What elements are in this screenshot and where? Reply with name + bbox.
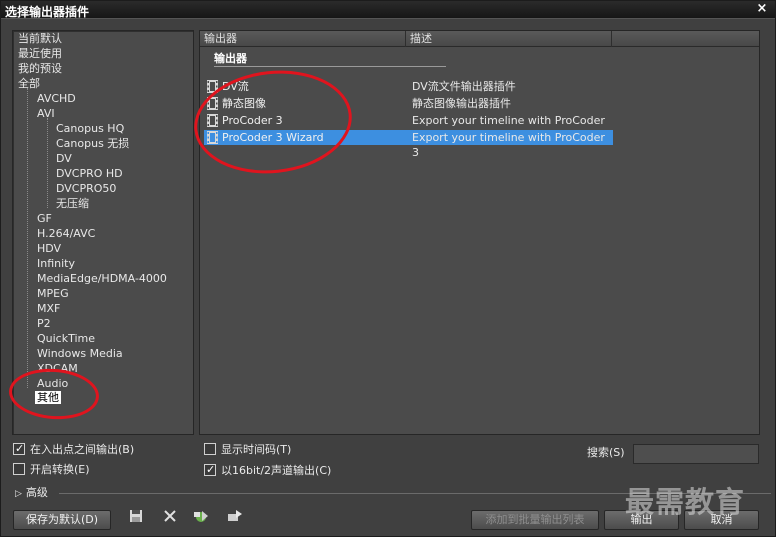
- show-timecode-checkbox[interactable]: 显示时间码(T): [204, 442, 291, 458]
- delete-icon[interactable]: [161, 508, 179, 524]
- tree-item-infinity[interactable]: Infinity: [37, 257, 75, 271]
- column-header-empty: [612, 31, 759, 47]
- column-header-exporter[interactable]: 输出器: [200, 31, 406, 47]
- tree-item-avchd[interactable]: AVCHD: [37, 92, 76, 106]
- expand-arrow-icon: ▷: [15, 489, 22, 499]
- tree-item-gf[interactable]: GF: [37, 212, 52, 226]
- checkbox-checked-icon: [13, 441, 25, 457]
- group-header-exporter: 输出器: [214, 51, 446, 67]
- column-header-description[interactable]: 描述: [406, 31, 612, 47]
- tree-item-mpeg[interactable]: MPEG: [37, 287, 69, 301]
- title-bar: 选择输出器插件 ×: [1, 1, 775, 19]
- exporter-name: ProCoder 3 Wizard: [222, 131, 324, 144]
- tree-item-dvcpro50[interactable]: DVCPRO50: [56, 182, 116, 196]
- advanced-toggle[interactable]: ▷ 高级: [15, 486, 48, 500]
- list-row-procoder3-wizard[interactable]: ProCoder 3 Wizard Export your timeline w…: [204, 130, 613, 159]
- checkbox-checked-icon: [204, 462, 216, 478]
- checkbox-unchecked-icon: [204, 443, 216, 455]
- film-strip-icon: [207, 80, 218, 93]
- tree-item-dv[interactable]: DV: [56, 152, 72, 166]
- tree-item-current-default[interactable]: 当前默认: [18, 32, 62, 46]
- watermark: 最需教育: [625, 485, 746, 519]
- film-strip-icon: [207, 114, 218, 127]
- tree-item-all[interactable]: 全部: [18, 77, 40, 91]
- exporter-name: DV流: [222, 80, 249, 93]
- category-tree[interactable]: 当前默认 最近使用 我的预设 全部 AVCHD AVI Canopus HQ C…: [12, 30, 194, 435]
- tree-connector: [27, 88, 28, 388]
- in-out-output-checkbox[interactable]: 在入出点之间输出(B): [13, 441, 134, 458]
- checkbox-unchecked-icon: [13, 463, 25, 475]
- save-icon[interactable]: [127, 508, 145, 524]
- exporter-list[interactable]: 输出器 描述 输出器 DV流 DV流文件输出器插件 静态图像 静态图像输出器插件…: [199, 30, 760, 435]
- save-default-button[interactable]: 保存为默认(D): [13, 510, 111, 530]
- list-row-procoder3[interactable]: ProCoder 3 Export your timeline with Pro…: [204, 113, 613, 142]
- tree-item-dvcpro-hd[interactable]: DVCPRO HD: [56, 167, 123, 181]
- window-title: 选择输出器插件: [5, 5, 90, 19]
- tree-item-other[interactable]: 其他: [35, 391, 61, 405]
- enable-convert-checkbox[interactable]: 开启转换(E): [13, 462, 90, 478]
- exporter-description: DV流文件输出器插件: [412, 80, 516, 93]
- tree-item-avi[interactable]: AVI: [37, 107, 55, 121]
- tree-item-audio[interactable]: Audio: [37, 377, 68, 391]
- search-input[interactable]: [633, 444, 759, 464]
- tree-item-mxf[interactable]: MXF: [37, 302, 60, 316]
- export-icon[interactable]: [226, 508, 244, 524]
- tree-item-xdcam[interactable]: XDCAM: [37, 362, 78, 376]
- tree-item-hdv[interactable]: HDV: [37, 242, 61, 256]
- tree-item-quicktime[interactable]: QuickTime: [37, 332, 95, 346]
- tree-connector: [47, 118, 48, 208]
- tree-item-p2[interactable]: P2: [37, 317, 51, 331]
- tree-item-uncompressed[interactable]: 无压缩: [56, 197, 89, 211]
- tree-item-mediaedge[interactable]: MediaEdge/HDMA-4000: [37, 272, 167, 286]
- film-strip-icon: [207, 97, 218, 110]
- tree-item-canopus-hq[interactable]: Canopus HQ: [56, 122, 124, 136]
- exporter-name: ProCoder 3: [222, 114, 283, 127]
- film-strip-icon: [207, 131, 218, 144]
- output-16bit-checkbox[interactable]: 以16bit/2声道输出(C): [204, 462, 331, 479]
- tree-item-my-presets[interactable]: 我的预设: [18, 62, 62, 76]
- add-to-batch-button[interactable]: 添加到批量输出列表: [471, 510, 599, 530]
- close-button[interactable]: ×: [755, 1, 769, 17]
- tree-item-canopus-lossless[interactable]: Canopus 无损: [56, 137, 129, 151]
- tree-item-windows-media[interactable]: Windows Media: [37, 347, 123, 361]
- import-icon[interactable]: [192, 508, 210, 524]
- exporter-name: 静态图像: [222, 97, 266, 110]
- output-plugin-dialog: 选择输出器插件 × 当前默认 最近使用 我的预设 全部 AVCHD AVI Ca…: [0, 0, 776, 537]
- list-header: 输出器 描述: [200, 31, 759, 47]
- list-row-still-image[interactable]: 静态图像 静态图像输出器插件: [204, 96, 613, 111]
- list-row-dv-stream[interactable]: DV流 DV流文件输出器插件: [204, 79, 613, 94]
- exporter-description: Export your timeline with ProCoder 3: [412, 131, 605, 159]
- search-label: 搜索(S): [587, 446, 625, 459]
- tree-item-h264[interactable]: H.264/AVC: [37, 227, 95, 241]
- tree-item-recent[interactable]: 最近使用: [18, 47, 62, 61]
- exporter-description: 静态图像输出器插件: [412, 97, 511, 110]
